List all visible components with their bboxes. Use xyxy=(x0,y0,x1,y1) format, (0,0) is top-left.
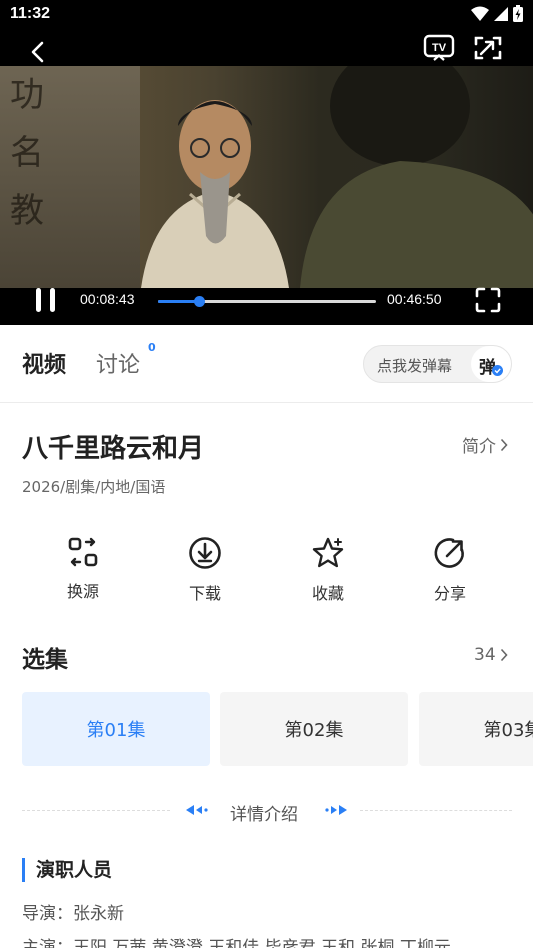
episode-item[interactable]: 第03集 xyxy=(419,692,533,766)
download-label: 下载 xyxy=(188,584,221,603)
star-icon xyxy=(312,537,344,568)
episodes-count: 34 xyxy=(474,645,496,665)
switch-source-icon xyxy=(68,537,98,567)
dashed-line xyxy=(22,810,170,811)
episode-list: 第01集 第02集 第03集 xyxy=(0,692,533,766)
tv-cast-icon[interactable]: TV xyxy=(423,34,455,62)
details-label[interactable]: 详情介绍 xyxy=(230,800,298,825)
total-time: 00:46:50 xyxy=(387,291,442,307)
chevron-right-icon xyxy=(500,438,508,451)
tab-video[interactable]: 视频 xyxy=(22,347,66,379)
pause-icon[interactable] xyxy=(34,287,58,313)
download-button[interactable]: 下载 xyxy=(165,536,245,604)
favorite-label: 收藏 xyxy=(311,584,344,603)
signal-icon xyxy=(494,6,508,21)
intro-link-label: 简介 xyxy=(462,437,496,457)
danmu-toggle-button[interactable]: 弹 xyxy=(471,346,511,382)
action-bar: 换源 下载 收藏 分享 xyxy=(0,536,533,606)
back-icon[interactable] xyxy=(30,41,46,63)
tab-discussion-label: 讨论 xyxy=(96,353,141,378)
status-bar: 11:32 xyxy=(0,0,533,30)
share-button[interactable]: 分享 xyxy=(410,536,490,604)
download-icon xyxy=(189,537,221,569)
danmu-check-icon xyxy=(492,365,503,376)
actors-text: 主演：王阳 万茜 黄澄澄 王和佳 毕彦君 王和 张桐 丁柳元 xyxy=(22,938,451,948)
arrows-right-icon xyxy=(325,805,347,815)
episode-item-selected[interactable]: 第01集 xyxy=(22,692,210,766)
favorite-button[interactable]: 收藏 xyxy=(288,536,368,604)
wifi-icon xyxy=(471,6,489,21)
intro-link[interactable]: 简介 xyxy=(462,432,508,457)
director-text: 导演：张永新 xyxy=(22,904,124,924)
progress-slider[interactable] xyxy=(158,296,376,307)
svg-text:TV: TV xyxy=(432,42,447,54)
switch-source-label: 换源 xyxy=(66,582,99,601)
tab-discussion[interactable]: 讨论 0 xyxy=(96,341,156,379)
dashed-line xyxy=(360,810,512,811)
episodes-section-title: 选集 xyxy=(22,647,68,673)
episode-item[interactable]: 第02集 xyxy=(220,692,408,766)
arrows-left-icon xyxy=(186,805,208,815)
system-icons xyxy=(471,5,523,22)
cast-section-title: 演职人员 xyxy=(22,858,112,882)
video-frame: 功 名 教 xyxy=(0,66,533,288)
danmu-input[interactable]: 点我发弹幕 弹 xyxy=(363,345,512,383)
share-icon xyxy=(434,538,464,568)
video-player[interactable]: TV 功 名 教 00:08:43 00:46:50 xyxy=(0,30,533,325)
progress-knob[interactable] xyxy=(193,296,205,307)
progress-fill xyxy=(158,300,199,303)
player-top-bar: TV xyxy=(0,30,533,66)
player-controls: 00:08:43 00:46:50 xyxy=(0,282,533,322)
status-time: 11:32 xyxy=(10,5,51,22)
episodes-count-link[interactable]: 34 xyxy=(474,645,508,665)
screen-switch-icon[interactable] xyxy=(473,34,503,62)
details-divider: 详情介绍 xyxy=(22,798,512,825)
scene-back-figure xyxy=(300,66,533,288)
share-label: 分享 xyxy=(433,584,466,603)
switch-source-button[interactable]: 换源 xyxy=(43,536,123,602)
chevron-right-icon xyxy=(500,648,508,662)
scene-calligraphy: 功 名 教 xyxy=(10,75,44,231)
content-tabs: 视频 讨论 0 点我发弹幕 弹 xyxy=(0,325,533,403)
show-meta: 2026/剧集/内地/国语 xyxy=(22,478,166,496)
danmu-placeholder: 点我发弹幕 xyxy=(377,357,453,375)
show-title: 八千里路云和月 xyxy=(22,434,205,464)
discussion-count-badge: 0 xyxy=(148,341,156,354)
fullscreen-icon[interactable] xyxy=(475,287,501,313)
current-time: 00:08:43 xyxy=(80,291,135,307)
battery-icon xyxy=(513,5,523,22)
scene-elder-figure xyxy=(141,100,289,288)
